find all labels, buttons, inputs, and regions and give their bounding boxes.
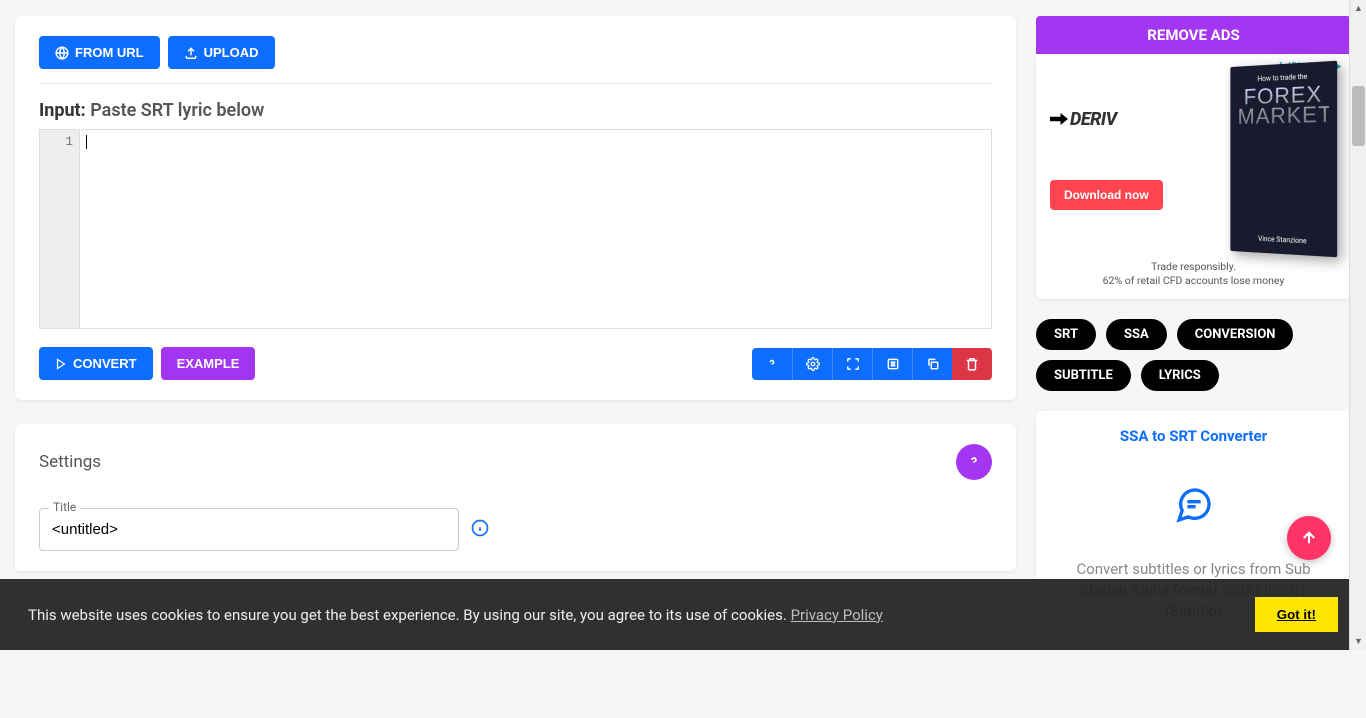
question-icon [765,357,779,371]
gear-icon [806,357,820,371]
example-button[interactable]: EXAMPLE [161,347,256,380]
arrow-up-icon [1300,529,1318,547]
deriv-label: DERIV [1070,109,1117,130]
copy-button[interactable] [912,348,952,380]
cookie-bar: This website uses cookies to ensure you … [0,579,1366,650]
editor-textarea[interactable] [80,130,991,328]
deriv-logo: DERIV [1050,109,1215,130]
input-label-bold: Input: [39,100,86,121]
privacy-policy-link[interactable]: Privacy Policy [791,606,883,624]
scrollbar-thumb[interactable] [1352,86,1365,146]
input-label: Input: Paste SRT lyric below [39,100,992,121]
example-label: EXAMPLE [177,356,240,371]
title-label: Title [49,500,80,514]
convert-label: CONVERT [73,356,137,371]
cookie-text: This website uses cookies to ensure you … [28,606,787,624]
tag-ssa[interactable]: SSA [1106,319,1167,350]
editor-gutter: 1 [40,130,80,328]
upload-icon [184,46,198,60]
tag-row: SRT SSA CONVERSION SUBTITLE LYRICS [1036,319,1351,391]
scrollbar-down-icon[interactable]: ▼ [1350,633,1366,650]
deriv-arrow-icon [1050,112,1068,126]
line-number: 1 [40,134,73,149]
divider [39,83,992,84]
ad-box: AdChoices DERIV Download now How to trad… [1036,54,1351,299]
question-icon [966,454,982,470]
settings-card: Settings Title [15,424,1016,571]
delete-button[interactable] [952,348,992,380]
from-url-button[interactable]: FROM URL [39,36,160,69]
code-editor[interactable]: 1 [39,129,992,329]
ad-download-button[interactable]: Download now [1050,180,1163,210]
upload-label: UPLOAD [204,45,259,60]
input-card: FROM URL UPLOAD Input: Paste SRT lyric b… [15,16,1016,400]
tag-conversion[interactable]: CONVERSION [1177,319,1294,350]
title-info-button[interactable] [471,519,489,541]
tag-lyrics[interactable]: LYRICS [1141,360,1219,391]
fullscreen-button[interactable] [832,348,872,380]
help-button[interactable] [752,348,792,380]
info-icon [471,519,489,537]
ad-disclaimer: Trade responsibly. 62% of retail CFD acc… [1050,260,1337,287]
settings-button[interactable] [792,348,832,380]
play-icon [55,358,67,370]
globe-icon [55,46,69,60]
scrollbar[interactable]: ▲ ▼ [1349,0,1366,650]
list-icon [886,357,900,371]
tag-srt[interactable]: SRT [1036,319,1096,350]
from-url-label: FROM URL [75,45,144,60]
related-title-link[interactable]: SSA to SRT Converter [1052,427,1335,445]
trash-icon [965,357,979,371]
title-input[interactable] [39,508,459,551]
expand-icon [846,357,860,371]
editor-toolbar [752,348,992,380]
scroll-top-button[interactable] [1287,516,1331,560]
list-button[interactable] [872,348,912,380]
upload-button[interactable]: UPLOAD [168,36,275,69]
input-label-rest: Paste SRT lyric below [90,100,264,121]
book-author: Vince Stanzione [1238,234,1329,247]
scrollbar-up-icon[interactable]: ▲ [1350,0,1366,17]
settings-help-button[interactable] [956,444,992,480]
convert-button[interactable]: CONVERT [39,347,153,380]
remove-ads-button[interactable]: REMOVE ADS [1036,16,1351,54]
ad-book: How to trade the FOREX MARKET Vince Stan… [1230,61,1337,258]
book-title: FOREX MARKET [1238,84,1329,128]
copy-icon [926,357,940,371]
settings-heading: Settings [39,452,101,472]
cookie-accept-button[interactable]: Got it! [1255,597,1338,632]
tag-subtitle[interactable]: SUBTITLE [1036,360,1131,391]
